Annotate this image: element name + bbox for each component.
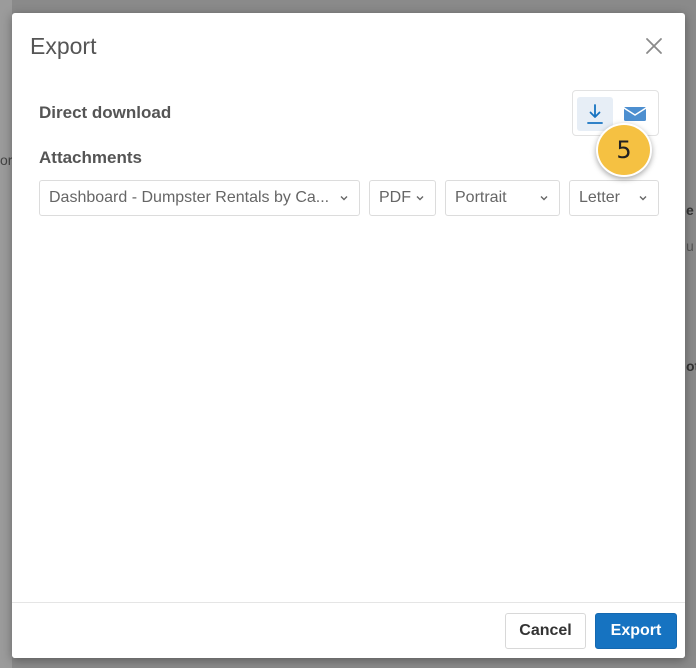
step-badge: 5 (596, 123, 652, 177)
dashboard-select-value: Dashboard - Dumpster Rentals by Ca... (49, 189, 330, 206)
format-select-value: PDF (379, 189, 411, 206)
orientation-select[interactable]: Portrait (445, 180, 560, 216)
envelope-icon (623, 107, 647, 121)
attachments-label: Attachments (39, 148, 142, 167)
direct-download-button[interactable] (577, 97, 613, 131)
chevron-down-icon (335, 192, 353, 204)
download-icon (587, 104, 603, 124)
close-button[interactable] (642, 34, 666, 58)
export-dialog: Export Direct download Attachments Dashb… (12, 13, 685, 658)
direct-download-label: Direct download (39, 103, 172, 122)
chevron-down-icon (535, 192, 553, 204)
background-text-fragment: u (686, 238, 694, 254)
close-icon (646, 38, 662, 54)
chevron-down-icon (411, 192, 429, 204)
background-app-edge (0, 0, 12, 668)
dialog-footer: Cancel Export (12, 602, 685, 658)
chevron-down-icon (634, 192, 652, 204)
background-text-fragment: ot (686, 358, 696, 374)
paper-size-select[interactable]: Letter (569, 180, 659, 216)
orientation-select-value: Portrait (455, 189, 507, 206)
dashboard-select[interactable]: Dashboard - Dumpster Rentals by Ca... (39, 180, 360, 216)
format-select[interactable]: PDF (369, 180, 436, 216)
cancel-button[interactable]: Cancel (505, 613, 586, 649)
background-text-fragment: or (0, 152, 13, 168)
background-text-fragment: e (686, 202, 694, 218)
dialog-title: Export (30, 33, 97, 59)
paper-size-select-value: Letter (579, 189, 620, 206)
export-button[interactable]: Export (595, 613, 677, 649)
